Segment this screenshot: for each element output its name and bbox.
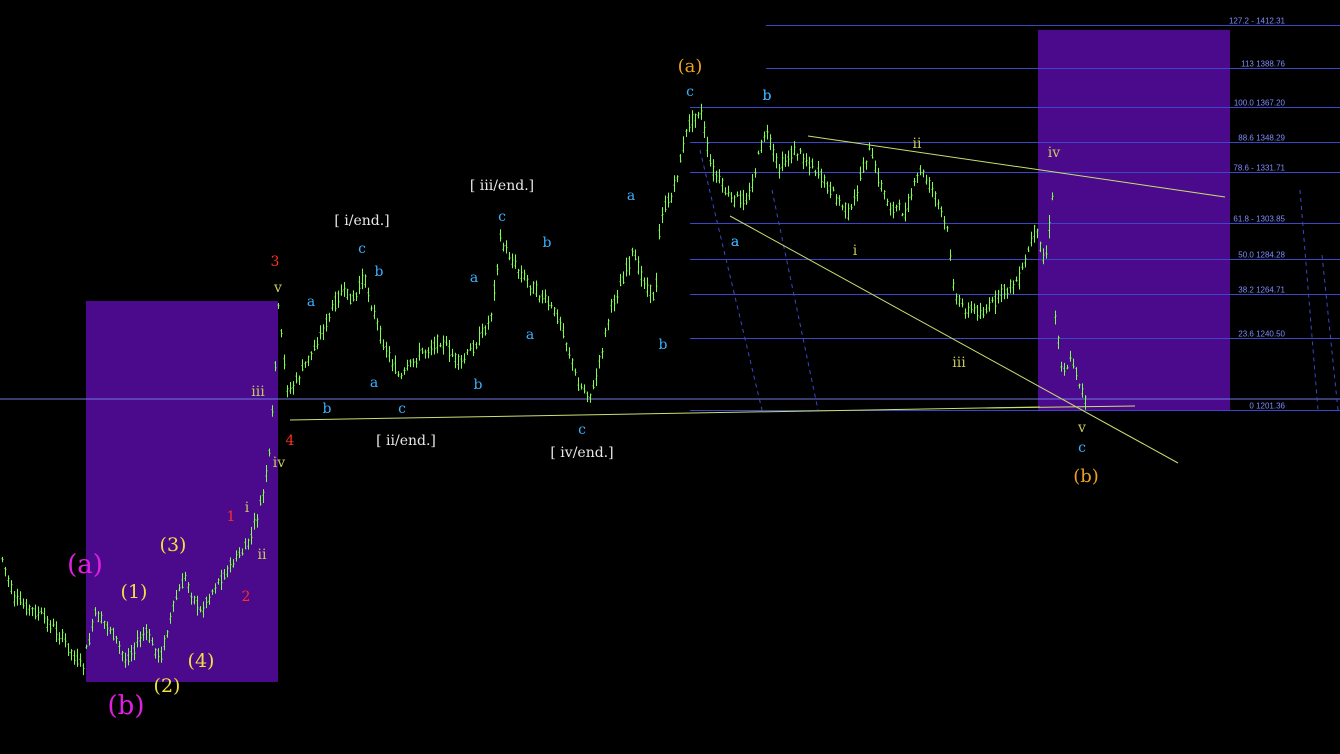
wave-label: b bbox=[659, 337, 668, 353]
wave-label: a bbox=[627, 188, 635, 204]
wave-label: c bbox=[498, 209, 506, 225]
wave-label: a bbox=[470, 270, 478, 286]
wave-label: c bbox=[578, 422, 586, 438]
wave-label: c bbox=[686, 84, 694, 100]
wave-label: ii bbox=[913, 136, 922, 152]
wave-label: (4) bbox=[188, 650, 215, 672]
wave-label: iii bbox=[251, 384, 265, 400]
fibonacci-levels: 138.2 - 1430.55127.2 - 1412.31113 1388.7… bbox=[690, 17, 1340, 411]
fib-level-label: 113 1388.76 bbox=[1241, 60, 1285, 69]
wave-label: [ ii/end.] bbox=[376, 433, 436, 449]
wave-label: a bbox=[526, 327, 534, 343]
wave-label: 1 bbox=[227, 509, 236, 525]
wave-label: [ i/end.] bbox=[334, 213, 389, 229]
wave-label: (b) bbox=[1073, 466, 1099, 487]
wave-label: c bbox=[398, 401, 406, 417]
wave-label: 4 bbox=[286, 433, 295, 449]
wave-label: (a) bbox=[67, 550, 103, 580]
wave-label: v bbox=[273, 280, 282, 296]
wave-label: ii bbox=[258, 547, 267, 563]
fib-level-label: 100.0 1367.20 bbox=[1234, 99, 1286, 108]
wave-label: b bbox=[763, 88, 772, 104]
wave-label: (3) bbox=[160, 534, 187, 556]
wave-label: iv bbox=[1048, 145, 1060, 161]
wave-label: iv bbox=[273, 455, 285, 471]
wave-label: iii bbox=[952, 355, 966, 371]
wave-label: a bbox=[370, 375, 378, 391]
wave-label: b bbox=[474, 377, 483, 393]
wave-label: (b) bbox=[108, 691, 145, 721]
wave-label: b bbox=[323, 401, 332, 417]
fib-level-label: 0 1201.36 bbox=[1249, 402, 1285, 411]
fib-level-label: 23.6 1240.50 bbox=[1238, 330, 1285, 339]
fib-level-label: 38.2 1264.71 bbox=[1238, 286, 1285, 295]
wave-label: a bbox=[731, 234, 739, 250]
wave-label: i bbox=[245, 500, 250, 516]
zone-left bbox=[86, 301, 278, 682]
elliott-wave-chart: 138.2 - 1430.55127.2 - 1412.31113 1388.7… bbox=[0, 17, 1340, 721]
wave-label: 2 bbox=[242, 589, 251, 605]
wave-label: i bbox=[853, 243, 858, 259]
wave-label: [ iv/end.] bbox=[550, 445, 613, 461]
highlight-zones bbox=[86, 30, 1230, 682]
wave-label: b bbox=[543, 235, 552, 251]
wave-label: [ iii/end.] bbox=[470, 178, 534, 194]
fib-level-label: 88.6 1348.29 bbox=[1238, 134, 1285, 143]
fib-level-label: 61.8 - 1303.85 bbox=[1233, 215, 1285, 224]
wave-label: b bbox=[375, 264, 384, 280]
wave-label: (2) bbox=[154, 675, 181, 697]
zone-right bbox=[1038, 30, 1230, 410]
fib-level-label: 50.0 1284.28 bbox=[1238, 251, 1285, 260]
wave-label: v bbox=[1077, 420, 1086, 436]
fib-fan-dashed-line bbox=[1321, 254, 1339, 411]
wave-label: c bbox=[358, 241, 366, 257]
fib-level-label: 127.2 - 1412.31 bbox=[1229, 17, 1286, 26]
wave-label: (1) bbox=[121, 581, 148, 603]
wave-label: 3 bbox=[271, 254, 280, 270]
wave-label: a bbox=[307, 294, 315, 310]
wave-label: c bbox=[1078, 440, 1086, 456]
wave-label: (a) bbox=[678, 56, 703, 77]
fib-level-label: 78.6 - 1331.71 bbox=[1233, 164, 1285, 173]
